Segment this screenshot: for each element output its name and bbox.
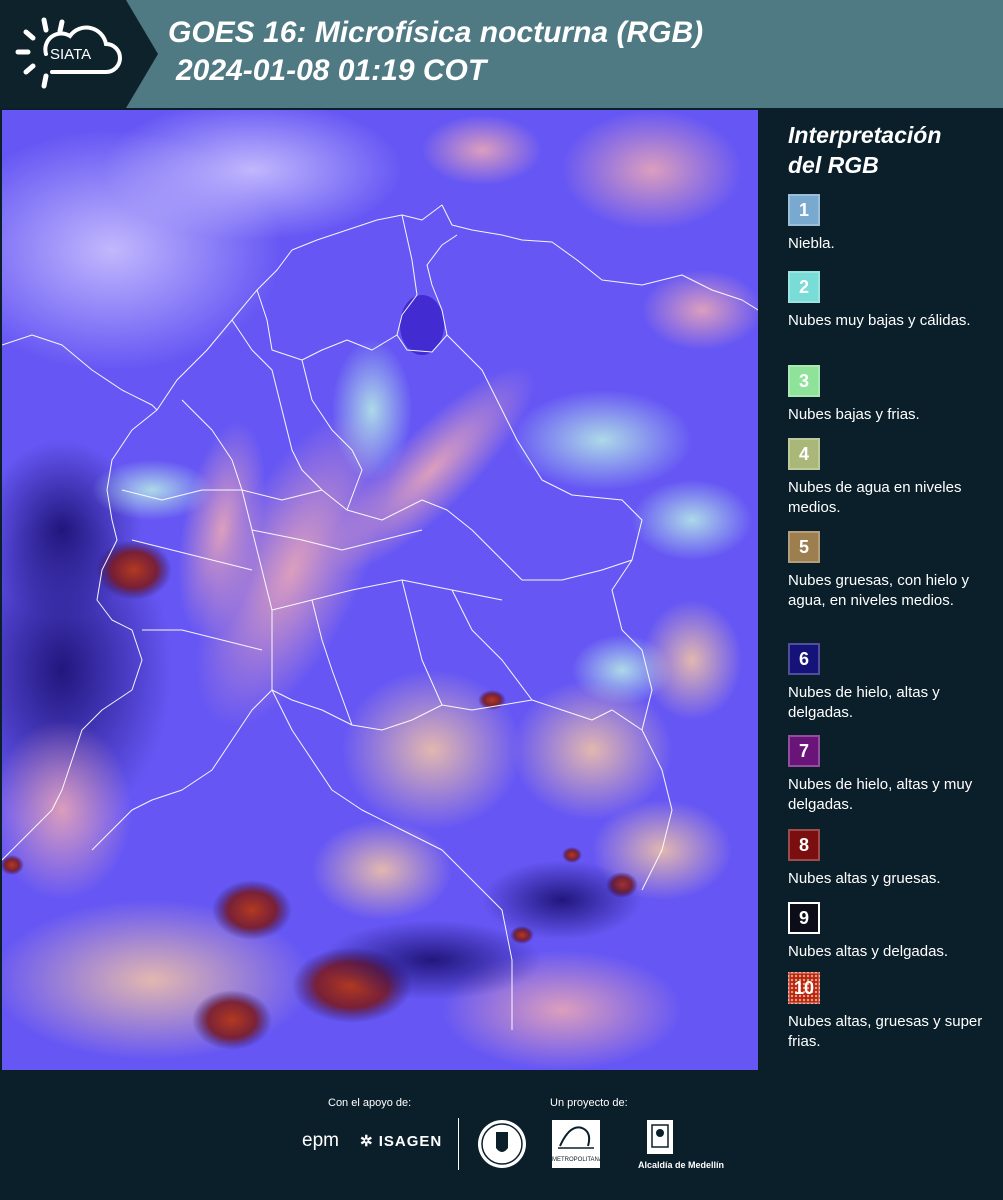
legend-label: Nubes altas, gruesas y super frias. (788, 1013, 983, 1050)
area-metropolitana-text: METROPOLITANA (552, 1157, 603, 1163)
siata-logo-text: SIATA (50, 46, 92, 63)
legend-label: Nubes bajas y frias. (788, 406, 920, 423)
support-label: Con el apoyo de: (328, 1097, 412, 1109)
isagen-star-icon: ✲ (360, 1133, 374, 1150)
medellin-coat-of-arms-icon (647, 1120, 673, 1154)
footer-divider (458, 1118, 459, 1170)
legend-item-4: 4 Nubes de agua en niveles medios. (788, 438, 988, 518)
legend-swatch: 2 (788, 271, 820, 303)
siata-logo: SIATA (0, 0, 158, 108)
legend-swatch: 8 (788, 829, 820, 861)
legend-swatch: 1 (788, 194, 820, 226)
legend-swatch: 5 (788, 531, 820, 563)
isagen-logo: ✲ ISAGEN (360, 1132, 442, 1150)
legend-swatch: 9 (788, 902, 820, 934)
legend-label: Niebla. (788, 235, 835, 252)
legend-item-6: 6 Nubes de hielo, altas y delgadas. (788, 643, 988, 723)
legend-item-7: 7 Nubes de hielo, altas y muy delgadas. (788, 735, 988, 815)
project-label: Un proyecto de: (550, 1097, 628, 1109)
legend-label: Nubes de agua en niveles medios. (788, 479, 962, 516)
legend-item-8: 8 Nubes altas y gruesas. (788, 829, 988, 889)
legend-item-10: 10 Nubes altas, gruesas y super frias. (788, 972, 988, 1052)
epm-logo: epm (302, 1130, 339, 1151)
legend-panel: Interpretación del RGB 1 Niebla. 2 Nubes… (760, 108, 1003, 1070)
legend-swatch: 3 (788, 365, 820, 397)
legend-title-line2: del RGB (788, 152, 879, 178)
satellite-image (2, 110, 758, 1070)
legend-label: Nubes altas y delgadas. (788, 943, 949, 960)
legend-swatch: 7 (788, 735, 820, 767)
satellite-map[interactable] (2, 110, 758, 1070)
legend-item-5: 5 Nubes gruesas, con hielo y agua, en ni… (788, 531, 988, 611)
legend-swatch: 6 (788, 643, 820, 675)
header-bar: SIATA GOES 16: Microfísica nocturna (RGB… (0, 0, 1003, 108)
legend-item-9: 9 Nubes altas y delgadas. (788, 902, 988, 962)
legend-label: Nubes gruesas, con hielo y agua, en nive… (788, 572, 969, 609)
isagen-logo-text: ISAGEN (378, 1133, 443, 1150)
legend-swatch: 4 (788, 438, 820, 470)
legend-title: Interpretación del RGB (788, 120, 941, 180)
legend-title-line1: Interpretación (788, 122, 942, 148)
area-metropolitana-logo: METROPOLITANA (552, 1120, 603, 1168)
legend-label: Nubes muy bajas y cálidas. (788, 312, 971, 329)
legend-item-2: 2 Nubes muy bajas y cálidas. (788, 271, 988, 331)
page-timestamp: 2024-01-08 01:19 COT (176, 54, 487, 87)
legend-label: Nubes de hielo, altas y muy delgadas. (788, 776, 973, 813)
footer: Con el apoyo de: Un proyecto de: epm ✲ I… (0, 1070, 1003, 1200)
legend-item-3: 3 Nubes bajas y frias. (788, 365, 988, 425)
area-metropolitana-mark-icon (558, 1126, 594, 1149)
seal-icon (478, 1120, 526, 1168)
page-title: GOES 16: Microfísica nocturna (RGB) (168, 16, 704, 49)
legend-label: Nubes de hielo, altas y delgadas. (788, 684, 940, 721)
medellin-logo-text: Alcaldía de Medellín (638, 1160, 725, 1170)
legend-item-1: 1 Niebla. (788, 194, 988, 254)
legend-swatch: 10 (788, 972, 820, 1004)
legend-label: Nubes altas y gruesas. (788, 870, 941, 887)
